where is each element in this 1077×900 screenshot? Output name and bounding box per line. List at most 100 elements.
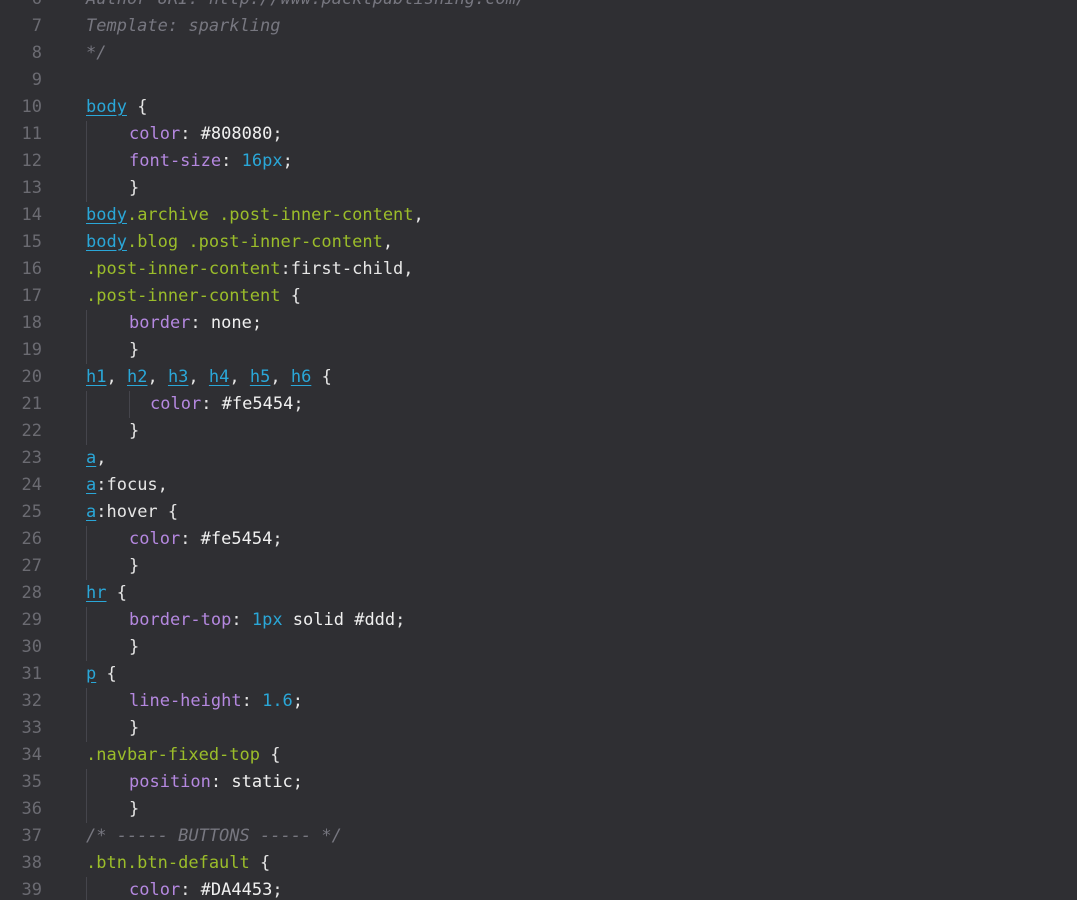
line-number: 31 <box>21 664 42 684</box>
line-code: a:focus, <box>86 472 168 499</box>
code-line[interactable]: 6 Author URI: http://www.packtpublishing.… <box>0 0 1077 13</box>
code-lines: 6 Author URI: http://www.packtpublishing.… <box>0 0 1077 900</box>
line-number: 10 <box>21 97 42 117</box>
code-token: font-size <box>129 151 222 171</box>
line-number: 29 <box>21 610 42 630</box>
code-line[interactable]: 34 .navbar-fixed-top { <box>0 742 1077 769</box>
line-code: .btn.btn-default { <box>86 850 270 877</box>
code-token: , <box>96 448 107 468</box>
code-token: .archive .post-inner-content <box>126 205 414 225</box>
code-token: } <box>129 556 140 576</box>
line-number: 24 <box>21 475 42 495</box>
line-code: line-height: 1.6; <box>86 688 303 715</box>
line-number: 34 <box>21 745 42 765</box>
code-token: ; <box>292 772 304 792</box>
code-editor[interactable]: 6 Author URI: http://www.packtpublishing.… <box>0 0 1077 900</box>
code-line[interactable]: 14 body.archive .post-inner-content, <box>0 202 1077 229</box>
code-line[interactable]: 32 line-height: 1.6; <box>0 688 1077 715</box>
line-code: } <box>86 553 139 580</box>
code-token: a <box>86 502 97 522</box>
code-line[interactable]: 21 color: #fe5454; <box>0 391 1077 418</box>
code-token: : <box>180 880 201 900</box>
code-line[interactable]: 26 color: #fe5454; <box>0 526 1077 553</box>
code-line[interactable]: 19} <box>0 337 1077 364</box>
code-line[interactable]: 23 a, <box>0 445 1077 472</box>
line-number: 12 <box>21 151 42 171</box>
code-line[interactable]: 35 position: static; <box>0 769 1077 796</box>
code-token: : <box>231 610 252 630</box>
code-line[interactable]: 15 body.blog .post-inner-content, <box>0 229 1077 256</box>
code-token: ; <box>292 691 304 711</box>
code-line[interactable]: 9 <box>0 67 1077 94</box>
code-line[interactable]: 30} <box>0 634 1077 661</box>
line-code: .navbar-fixed-top { <box>86 742 280 769</box>
code-token: h4 <box>208 367 230 387</box>
line-number: 27 <box>21 556 42 576</box>
code-token: , <box>188 367 209 387</box>
code-token: , <box>229 367 250 387</box>
code-token: .blog .post-inner-content <box>126 232 383 252</box>
line-code: color: #808080; <box>86 121 283 148</box>
code-token: body <box>86 205 127 225</box>
line-number: 22 <box>21 421 42 441</box>
code-token: p <box>86 664 97 684</box>
code-line[interactable]: 8 */ <box>0 40 1077 67</box>
code-line[interactable]: 11 color: #808080; <box>0 121 1077 148</box>
line-number: 8 <box>31 43 42 63</box>
line-number: 19 <box>21 340 42 360</box>
code-token: : <box>180 529 201 549</box>
line-code: a:hover { <box>86 499 178 526</box>
code-line[interactable]: 37 /* ----- BUTTONS ----- */ <box>0 823 1077 850</box>
code-line[interactable]: 20 h1, h2, h3, h4, h5, h6 { <box>0 364 1077 391</box>
line-code: border: none; <box>86 310 262 337</box>
code-token: h5 <box>249 367 271 387</box>
code-line[interactable]: 24 a:focus, <box>0 472 1077 499</box>
code-token: 16px <box>241 151 283 171</box>
code-line[interactable]: 25 a:hover { <box>0 499 1077 526</box>
line-number: 7 <box>31 16 42 36</box>
code-token: ; <box>272 880 283 900</box>
line-code: } <box>86 796 139 823</box>
code-token: #fe5454 <box>200 529 273 549</box>
code-line[interactable]: 27} <box>0 553 1077 580</box>
line-code: a, <box>86 445 107 472</box>
line-code: border-top: 1px solid #ddd; <box>86 607 405 634</box>
code-token: Author URI: http://www.packtpublishing.c… <box>86 0 526 9</box>
line-code: .post-inner-content:first-child, <box>86 256 414 283</box>
code-token: .navbar-fixed-top <box>86 745 260 765</box>
code-token: } <box>129 421 140 441</box>
code-line[interactable]: 7 Template: sparkling <box>0 13 1077 40</box>
code-token: { <box>126 97 148 117</box>
code-line[interactable]: 16 .post-inner-content:first-child, <box>0 256 1077 283</box>
line-code: color: #DA4453; <box>86 877 283 900</box>
line-number: 26 <box>21 529 42 549</box>
code-line[interactable]: 10 body { <box>0 94 1077 121</box>
code-token: border-top <box>129 610 232 630</box>
line-number: 32 <box>21 691 42 711</box>
code-token: .post-inner-content <box>86 286 281 306</box>
code-token: { <box>311 367 332 387</box>
line-code: } <box>86 418 139 445</box>
line-code: Template: sparkling <box>86 13 280 40</box>
code-line[interactable]: 31 p { <box>0 661 1077 688</box>
code-line[interactable]: 38 .btn.btn-default { <box>0 850 1077 877</box>
code-line[interactable]: 33} <box>0 715 1077 742</box>
code-line[interactable]: 36} <box>0 796 1077 823</box>
line-code: body { <box>86 94 147 121</box>
line-number: 18 <box>21 313 42 333</box>
line-code: } <box>86 715 139 742</box>
code-line[interactable]: 17 .post-inner-content { <box>0 283 1077 310</box>
code-line[interactable]: 29 border-top: 1px solid #ddd; <box>0 607 1077 634</box>
code-token: ; <box>395 610 406 630</box>
code-line[interactable]: 13} <box>0 175 1077 202</box>
code-line[interactable]: 39 color: #DA4453; <box>0 877 1077 900</box>
code-token: line-height <box>129 691 242 711</box>
line-code: } <box>86 175 139 202</box>
line-number: 20 <box>21 367 42 387</box>
line-code: /* ----- BUTTONS ----- */ <box>86 823 342 850</box>
code-token: : <box>221 151 242 171</box>
code-line[interactable]: 12 font-size: 16px; <box>0 148 1077 175</box>
code-line[interactable]: 28 hr { <box>0 580 1077 607</box>
code-line[interactable]: 18 border: none; <box>0 310 1077 337</box>
code-line[interactable]: 22} <box>0 418 1077 445</box>
